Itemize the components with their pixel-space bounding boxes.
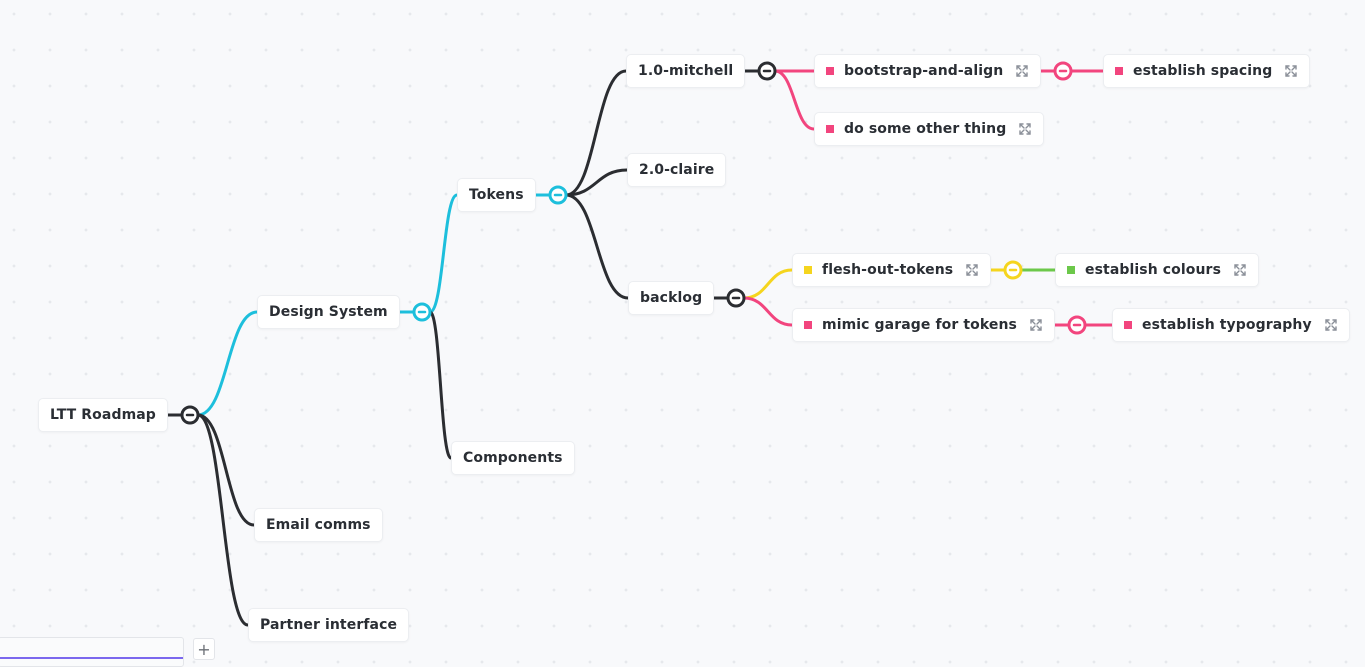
expand-icon[interactable] — [1233, 263, 1247, 277]
edge-mitchell-other_thing — [773, 69, 816, 131]
edge-root-partner_interface — [196, 413, 250, 627]
node-design-system[interactable]: Design System — [257, 295, 400, 329]
task-establish-colours[interactable]: establish colours — [1055, 253, 1259, 287]
node-partner-interface[interactable]: Partner interface — [248, 608, 410, 642]
add-button[interactable]: + — [193, 638, 215, 660]
node-email-comms[interactable]: Email comms — [254, 508, 383, 542]
task-label: mimic garage for tokens — [822, 317, 1017, 333]
edge-root-design_system — [196, 310, 259, 417]
node-tokens[interactable]: Tokens — [457, 178, 536, 212]
task-bootstrap-and-align[interactable]: bootstrap-and-align — [814, 54, 1042, 88]
status-square — [804, 321, 812, 329]
node-label: Email comms — [266, 517, 371, 533]
task-mimic-garage-for-tokens[interactable]: mimic garage for tokens — [792, 308, 1055, 342]
node-backlog[interactable]: backlog — [628, 281, 715, 315]
edge-design_system-tokens — [428, 193, 459, 314]
status-square — [826, 125, 834, 133]
node-2-0-claire[interactable]: 2.0-claire — [627, 153, 727, 187]
node-ltt-roadmap[interactable]: LTT Roadmap — [38, 398, 168, 432]
status-square — [1067, 266, 1075, 274]
edge-backlog-mimic — [742, 296, 794, 327]
active-tab-indicator — [0, 657, 183, 659]
expand-icon[interactable] — [1015, 64, 1029, 78]
task-establish-spacing[interactable]: establish spacing — [1103, 54, 1311, 88]
expand-icon[interactable] — [1018, 122, 1032, 136]
task-label: establish spacing — [1133, 63, 1273, 79]
node-label: backlog — [640, 290, 703, 306]
expand-icon[interactable] — [1324, 318, 1338, 332]
node-label: 2.0-claire — [639, 162, 715, 178]
task-do-some-other-thing[interactable]: do some other thing — [814, 112, 1045, 146]
expand-icon[interactable] — [1284, 64, 1298, 78]
node-label: Design System — [269, 304, 388, 320]
task-label: establish typography — [1142, 317, 1312, 333]
node-components[interactable]: Components — [451, 441, 575, 475]
node-label: Partner interface — [260, 617, 398, 633]
expand-icon[interactable] — [965, 263, 979, 277]
node-label: 1.0-mitchell — [638, 63, 734, 79]
edge-design_system-components — [428, 310, 453, 460]
node-label: LTT Roadmap — [50, 407, 156, 423]
mindmap-canvas[interactable]: LTT Roadmap Design System Email comms Pa… — [0, 0, 1365, 667]
task-label: establish colours — [1085, 262, 1221, 278]
node-label: Tokens — [469, 187, 524, 203]
edge-tokens-backlog — [564, 193, 630, 300]
status-square — [804, 266, 812, 274]
task-establish-typography[interactable]: establish typography — [1112, 308, 1350, 342]
status-square — [826, 67, 834, 75]
task-label: bootstrap-and-align — [844, 63, 1004, 79]
task-label: flesh-out-tokens — [822, 262, 954, 278]
task-label: do some other thing — [844, 121, 1007, 137]
bottom-tab-input[interactable] — [0, 637, 184, 667]
status-square — [1124, 321, 1132, 329]
node-1-0-mitchell[interactable]: 1.0-mitchell — [626, 54, 746, 88]
edge-root-email_comms — [196, 413, 256, 527]
status-square — [1115, 67, 1123, 75]
expand-icon[interactable] — [1029, 318, 1043, 332]
edge-tokens-mitchell — [564, 69, 628, 197]
edge-backlog-flesh_out — [742, 268, 794, 300]
node-label: Components — [463, 450, 563, 466]
task-flesh-out-tokens[interactable]: flesh-out-tokens — [792, 253, 992, 287]
